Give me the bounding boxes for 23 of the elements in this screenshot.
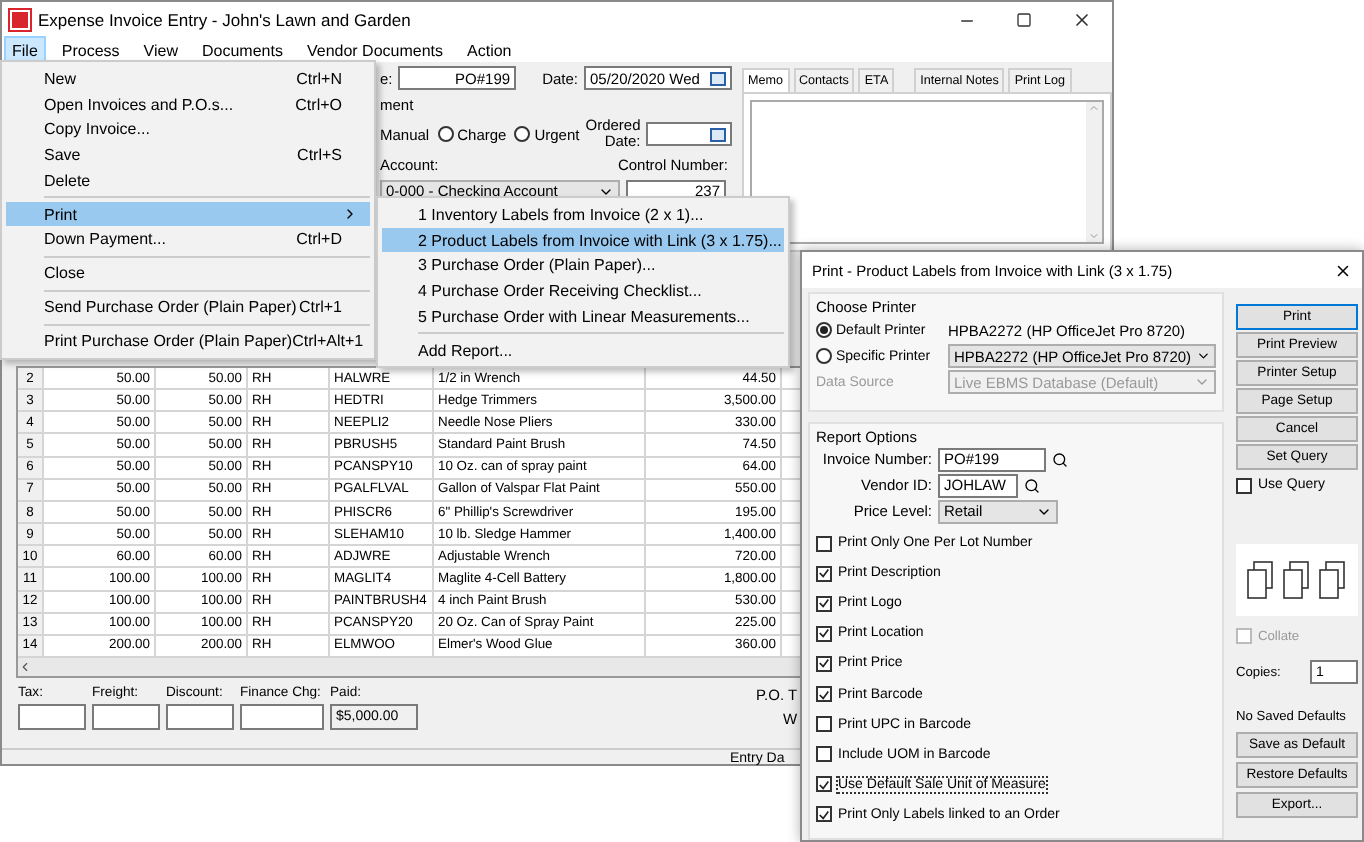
menu-item[interactable]: Open Invoices and P.O.s... Ctrl+O bbox=[6, 91, 370, 117]
menu-item[interactable]: Send Purchase Order (Plain Paper)Ctrl+1 bbox=[6, 294, 370, 321]
menu-item[interactable]: 3 Purchase Order (Plain Paper)... bbox=[382, 252, 784, 279]
menu-item[interactable]: Close bbox=[6, 260, 370, 287]
menu[interactable]: Action bbox=[461, 38, 518, 62]
menu-item[interactable]: 2 Product Labels from Invoice with Link (3 x 1.75)... bbox=[382, 227, 784, 253]
menu-item[interactable]: Add Report... bbox=[382, 337, 784, 363]
menu-item[interactable]: Down Payment... Ctrl+D bbox=[6, 226, 370, 253]
menu-item[interactable]: 1 Inventory Labels from Invoice (2 x 1)... bbox=[382, 202, 784, 228]
menu-item[interactable]: Copy Invoice... bbox=[6, 116, 370, 143]
menu-item[interactable]: 5 Purchase Order with Linear Measurements... bbox=[382, 303, 784, 329]
menu-item[interactable]: Print Purchase Order (Plain Paper)Ctrl+Alt+1 bbox=[6, 328, 370, 355]
menu-item[interactable]: Save Ctrl+S bbox=[6, 142, 370, 168]
menu-item[interactable]: 4 Purchase Order Receiving Checklist... bbox=[382, 278, 784, 304]
menu-item[interactable]: New Ctrl+N bbox=[6, 66, 370, 92]
menu[interactable]: Vendor Documents bbox=[300, 38, 450, 62]
window-title: Expense Invoice Entry - John's Lawn and Garden bbox=[38, 10, 411, 30]
menu[interactable]: View bbox=[137, 38, 184, 62]
menu-item[interactable]: Print bbox=[6, 201, 370, 227]
menu[interactable]: File bbox=[6, 38, 44, 62]
menu[interactable]: Documents bbox=[196, 38, 289, 62]
menu[interactable]: Process bbox=[55, 38, 126, 62]
menu-item[interactable]: Delete bbox=[6, 167, 370, 193]
